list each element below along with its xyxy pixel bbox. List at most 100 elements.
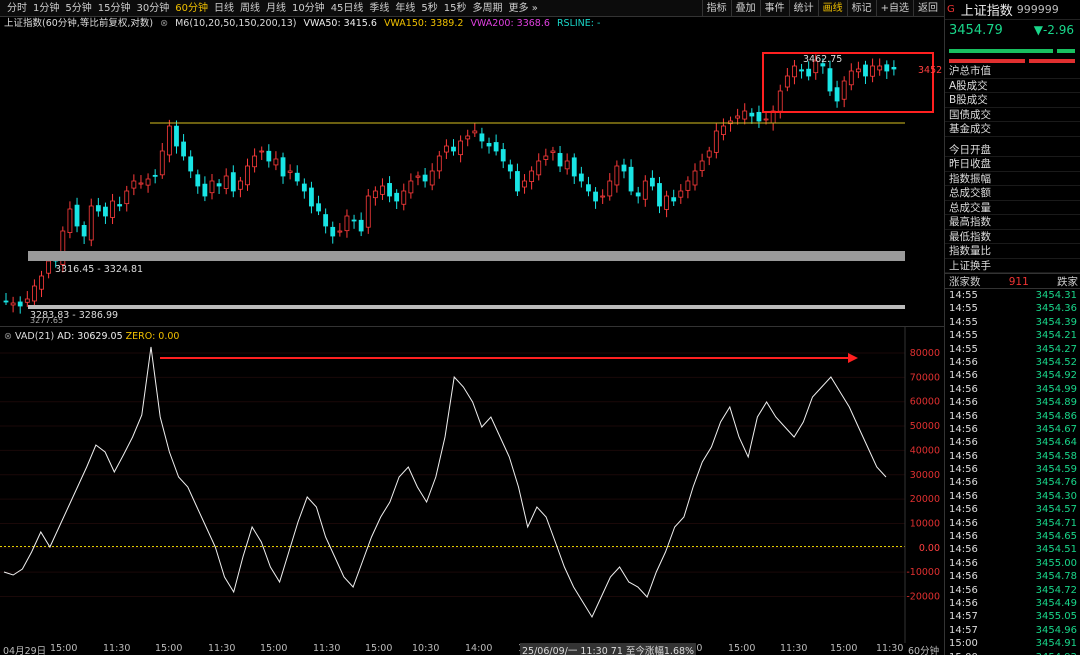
period-tab[interactable]: 日线	[211, 0, 237, 17]
tick-time: 14:57	[949, 611, 978, 623]
indicator-toggle-icon[interactable]: ⊗	[160, 18, 168, 29]
tool-tab[interactable]: 指标	[701, 0, 731, 17]
tick-price: 3454.99	[1035, 383, 1077, 395]
y-tick-label: 10000	[910, 518, 940, 529]
menu-item[interactable]: B股成交	[945, 93, 1080, 108]
period-tabs: 分时 1分钟 5分钟 15分钟 30分钟 60分钟 日线 周线 月线 10分钟 45日线 季线 年线 5秒…	[4, 0, 541, 17]
candle-body	[152, 174, 158, 177]
period-tab[interactable]: 更多 »	[506, 0, 541, 17]
period-tab[interactable]: 年线	[392, 0, 418, 17]
tick-price: 3454.92	[1035, 370, 1077, 382]
menu-item[interactable]: 指数振幅	[945, 172, 1080, 186]
period-tab[interactable]: 15秒	[441, 0, 470, 17]
period-tab[interactable]: 1分钟	[30, 0, 62, 17]
candle-body	[699, 160, 705, 172]
period-tab[interactable]: 15分钟	[95, 0, 134, 17]
period-tab[interactable]: 月线	[263, 0, 289, 17]
candle-body	[806, 68, 812, 77]
tick-row: 14:56 3454.89	[945, 396, 1080, 409]
candle-body	[380, 185, 385, 195]
tool-tab[interactable]: 画线	[817, 0, 847, 17]
candle-body	[316, 203, 321, 212]
x-tick-label: 11:30	[780, 643, 808, 654]
candle-body	[848, 70, 854, 86]
candle-body	[706, 150, 712, 158]
menu-item[interactable]: 今日开盘	[945, 143, 1080, 157]
menu-item[interactable]: 沪总市值	[945, 64, 1080, 79]
tick-row: 14:56 3454.58	[945, 450, 1080, 463]
tick-row: 14:56 3454.57	[945, 503, 1080, 516]
menu-item[interactable]: A股成交	[945, 79, 1080, 93]
x-tick-label: 04月29日	[3, 646, 47, 655]
candle-body	[103, 206, 108, 217]
candle-body	[458, 140, 464, 156]
period-tab[interactable]: 10分钟	[289, 0, 328, 17]
app-window: 分时 1分钟 5分钟 15分钟 30分钟 60分钟 日线 周线 月线 10分钟 45日线 季线 年线 5秒…	[0, 0, 1080, 655]
candle-body	[117, 204, 123, 207]
candle-body	[166, 125, 172, 156]
menu-item[interactable]: 上证换手	[945, 259, 1080, 273]
tick-row: 14:56 3454.59	[945, 463, 1080, 476]
tick-time: 14:56	[949, 597, 978, 609]
menu-item[interactable]: 总成交量	[945, 201, 1080, 215]
candle-body	[742, 110, 748, 120]
tick-row: 14:55 3454.21	[945, 329, 1080, 342]
rise-row: 涨家数 911 跌家	[945, 273, 1080, 289]
vad-chart[interactable]: 80000 70000 60000 50000 40000 30000 20000 10000…	[0, 327, 944, 643]
period-tab[interactable]: 30分钟	[133, 0, 172, 17]
menu-item[interactable]: 指数量比	[945, 244, 1080, 259]
y-tick-label: 70000	[910, 372, 940, 383]
period-tab[interactable]: 5分钟	[62, 0, 94, 17]
tick-row: 14:56 3454.30	[945, 490, 1080, 503]
period-tab[interactable]: 多周期	[470, 0, 506, 17]
tick-price: 3454.31	[1035, 290, 1077, 301]
period-tab[interactable]: 5秒	[418, 0, 440, 17]
x-tick-label: 11:30	[208, 643, 236, 654]
y-tick-label: 40000	[910, 445, 940, 456]
tool-tab[interactable]: 返回	[913, 0, 942, 17]
tick-time: 14:56	[949, 477, 978, 489]
vad-toggle-icon[interactable]: ⊗	[4, 331, 12, 342]
candle-body	[358, 219, 364, 232]
menu-item[interactable]: 国债成交	[945, 108, 1080, 122]
x-tick-label: 15:00	[260, 643, 288, 654]
candle-body	[600, 195, 606, 198]
candle-body	[230, 172, 236, 192]
candle-body	[216, 183, 222, 187]
candle-body	[721, 125, 726, 135]
menu-item[interactable]: 总成交额	[945, 186, 1080, 201]
candle-body	[174, 125, 179, 147]
candle-body	[713, 130, 719, 153]
period-tab[interactable]: 分时	[4, 0, 30, 17]
y-tick-label: 20000	[910, 494, 940, 505]
tick-row: 15:00 3454.91	[945, 637, 1080, 650]
candle-body	[131, 180, 137, 189]
candle-body	[280, 157, 286, 177]
candle-body	[266, 150, 272, 162]
menu-item[interactable]: 最高指数	[945, 215, 1080, 230]
menu-item[interactable]: 基金成交	[945, 122, 1080, 137]
period-tab[interactable]: 周线	[237, 0, 263, 17]
candle-body	[507, 164, 513, 172]
tool-tab[interactable]: +自选	[875, 0, 913, 17]
candle-body	[841, 80, 847, 100]
candle-body	[827, 68, 833, 92]
period-tab[interactable]: 45日线	[328, 0, 367, 17]
candle-body	[408, 180, 414, 194]
candle-body	[95, 205, 101, 212]
tick-row: 14:56 3454.67	[945, 423, 1080, 436]
period-tab[interactable]: 季线	[366, 0, 392, 17]
tool-tab[interactable]: 统计	[788, 0, 818, 17]
candlestick-chart[interactable]: 3316.45 - 3324.81 3283.83 - 3286.99 3277…	[0, 31, 944, 326]
tool-tab[interactable]: 事件	[759, 0, 789, 17]
menu-item[interactable]: 昨日收盘	[945, 157, 1080, 172]
tick-list[interactable]: 14:55 3454.31 14:55 3454.36 14:55 3454.39 14:5…	[945, 289, 1080, 655]
candle-body	[749, 112, 755, 117]
tool-tab[interactable]: 标记	[846, 0, 876, 17]
tool-tab[interactable]: 叠加	[730, 0, 760, 17]
tick-time: 15:00	[949, 638, 978, 650]
menu-item[interactable]: 最低指数	[945, 230, 1080, 244]
candle-body	[784, 75, 790, 88]
period-tab[interactable]: 60分钟	[172, 0, 211, 17]
time-axis: 04月29日 15:00 11:30 15:00 11:30 15:00 11:30 15:0…	[0, 643, 944, 655]
